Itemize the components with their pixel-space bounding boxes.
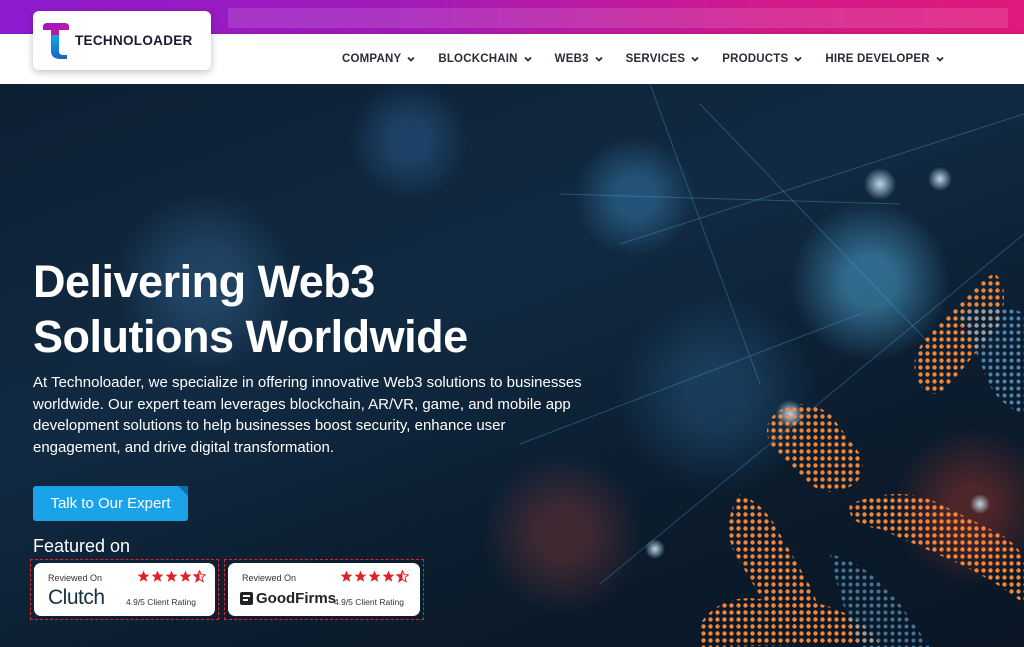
badge-card: Reviewed On Clutch 4.9/5 Client Rating — [34, 563, 215, 616]
chevron-down-icon — [407, 56, 415, 62]
nav-item-label: HIRE DEVELOPER — [825, 53, 930, 65]
nav-item-label: BLOCKCHAIN — [438, 53, 518, 65]
brand-name: TECHNOLOADER — [75, 33, 193, 48]
nav-item-services[interactable]: SERVICES — [626, 53, 701, 65]
logo-link[interactable]: TECHNOLOADER — [33, 11, 211, 70]
star-icon — [368, 570, 381, 582]
nav-item-blockchain[interactable]: BLOCKCHAIN — [438, 53, 532, 65]
clutch-review-badge[interactable]: Reviewed On Clutch 4.9/5 Client Rating — [30, 559, 219, 620]
goodfirms-brand-text: GoodFirms — [256, 590, 337, 607]
goodfirms-logo-icon — [240, 592, 253, 605]
reviewed-on-label: Reviewed On — [242, 573, 297, 583]
star-icon — [165, 570, 178, 582]
chevron-down-icon — [691, 56, 699, 62]
nav-item-company[interactable]: COMPANY — [342, 53, 416, 65]
star-rating — [340, 570, 409, 583]
hero-description: At Technoloader, we specialize in offeri… — [33, 374, 582, 456]
talk-to-expert-button[interactable]: Talk to Our Expert — [33, 486, 188, 521]
chevron-down-icon — [595, 56, 603, 62]
nav-item-web3[interactable]: WEB3 — [555, 53, 604, 65]
star-half-icon — [193, 570, 206, 583]
headline-line-1: Delivering Web3 — [33, 256, 375, 307]
nav-menu: COMPANY BLOCKCHAIN WEB3 SERVICES PRODUCT… — [342, 34, 945, 84]
top-bar-highlight — [228, 8, 1008, 28]
reviewed-on-label: Reviewed On — [48, 573, 103, 583]
nav-item-products[interactable]: PRODUCTS — [722, 53, 803, 65]
nav-item-label: PRODUCTS — [722, 53, 789, 65]
hero-headline: Delivering Web3 Solutions Worldwide — [33, 254, 593, 364]
nav-item-label: COMPANY — [342, 53, 402, 65]
nav-item-label: SERVICES — [625, 53, 686, 65]
technoloader-logo-icon — [43, 22, 69, 59]
star-half-icon — [396, 570, 409, 583]
client-rating-text: 4.9/5 Client Rating — [126, 597, 196, 607]
headline-line-2: Solutions Worldwide — [33, 311, 468, 362]
goodfirms-review-badge[interactable]: Reviewed On GoodFirms 4.9/5 Client Ratin… — [224, 559, 424, 620]
client-rating-text: 4.9/5 Client Rating — [334, 597, 404, 607]
star-icon — [151, 570, 164, 582]
star-rating — [137, 570, 206, 583]
star-icon — [382, 570, 395, 582]
star-icon — [354, 570, 367, 582]
clutch-brand: Clutch — [48, 586, 105, 609]
nav-item-label: WEB3 — [554, 53, 589, 65]
star-icon — [340, 570, 353, 582]
hero-section: Delivering Web3 Solutions Worldwide At T… — [0, 84, 1024, 647]
nav-item-hire-developer[interactable]: HIRE DEVELOPER — [825, 53, 944, 65]
star-icon — [179, 570, 192, 582]
chevron-down-icon — [936, 56, 944, 62]
goodfirms-brand: GoodFirms — [240, 590, 336, 607]
badge-card: Reviewed On GoodFirms 4.9/5 Client Ratin… — [228, 563, 420, 616]
featured-on-label: Featured on — [33, 536, 131, 556]
chevron-down-icon — [524, 56, 532, 62]
chevron-down-icon — [794, 56, 803, 62]
star-icon — [137, 570, 150, 582]
